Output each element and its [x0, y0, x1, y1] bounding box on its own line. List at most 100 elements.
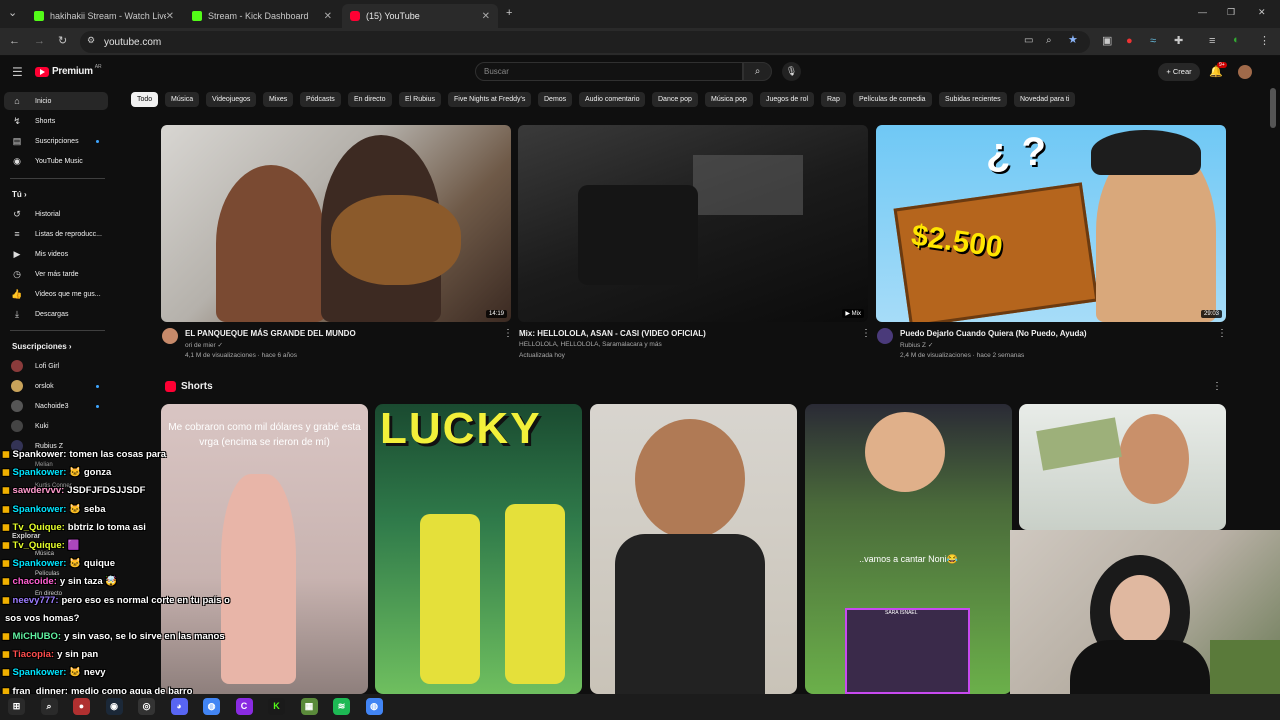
chip-5[interactable]: En directo	[348, 92, 392, 107]
taskbar-obs-icon[interactable]: ◎	[138, 698, 155, 715]
channel-name[interactable]: HELLOLOLA, HELLOLOLA, Saramalacara y más	[519, 341, 662, 348]
chip-14[interactable]: Películas de comedia	[853, 92, 932, 107]
sidebar-item-my-videos[interactable]: ▶ Mis videos	[4, 245, 108, 263]
chat-username[interactable]: Spankower:	[13, 504, 67, 515]
chat-username[interactable]: Spankower:	[13, 449, 67, 460]
video-title[interactable]: EL PANQUEQUE MÁS GRANDE DEL MUNDO	[185, 329, 356, 338]
bookmark-star-icon[interactable]: ★	[1068, 35, 1078, 46]
chip-13[interactable]: Rap	[821, 92, 846, 107]
sidebar-item-downloads[interactable]: ⤓ Descargas	[4, 305, 108, 323]
site-info-icon[interactable]: ⚙	[87, 36, 95, 45]
chip-12[interactable]: Juegos de rol	[760, 92, 815, 107]
taskbar-search-icon[interactable]: ⌕	[40, 698, 58, 715]
sidebar-item-watch-later[interactable]: ◷ Ver más tarde	[4, 265, 108, 283]
short-thumbnail[interactable]: ..vamos a cantar Noni😂 SARA ISNAEL	[805, 404, 1012, 694]
channel-avatar[interactable]	[162, 328, 178, 344]
chip-1[interactable]: Música	[165, 92, 200, 107]
tab-youtube[interactable]: (15) YouTube ✕	[342, 4, 498, 28]
taskbar-steam-icon[interactable]: ◉	[105, 698, 123, 715]
media-icon[interactable]: ≡	[1209, 36, 1215, 47]
chip-0[interactable]: Todo	[131, 92, 159, 107]
chip-15[interactable]: Subidas recientes	[939, 92, 1007, 107]
chat-username[interactable]: Tv_Quique:	[13, 522, 65, 533]
chip-8[interactable]: Demos	[538, 92, 573, 107]
video-thumbnail[interactable]: 14:19	[161, 125, 511, 322]
chat-username[interactable]: Spankower:	[13, 667, 67, 678]
sidebar-item-liked-videos[interactable]: 👍 Videos que me gus...	[4, 285, 108, 303]
more-options-icon[interactable]: ⋮	[1217, 328, 1227, 339]
taskbar-chrome-icon[interactable]: ◍	[365, 698, 383, 715]
chat-username[interactable]: Tiacopia:	[13, 649, 55, 660]
menu-icon[interactable]: ⋮	[1259, 36, 1270, 47]
sidebar-sub-orslok[interactable]: orslok	[4, 377, 108, 395]
url-bar[interactable]: ⚙ youtube.com ▭ ⌕ ★	[80, 31, 1090, 53]
search-button[interactable]: ⌕	[743, 62, 772, 81]
tab-search-icon[interactable]: ⌄	[8, 8, 17, 19]
extension-icon[interactable]: ≈	[1150, 36, 1156, 47]
forward-icon[interactable]: →	[34, 36, 45, 47]
chat-username[interactable]: neevy777:	[13, 595, 59, 606]
chip-7[interactable]: Five Nights at Freddy's	[448, 92, 532, 107]
close-tab-icon[interactable]: ✕	[166, 11, 174, 22]
page-scrollbar[interactable]	[1270, 88, 1276, 128]
create-button[interactable]: + Crear	[1158, 63, 1200, 81]
short-thumbnail[interactable]	[1019, 404, 1226, 530]
short-thumbnail[interactable]	[590, 404, 797, 694]
taskbar-app-icon[interactable]: ●	[73, 698, 90, 715]
channel-name[interactable]: Rubius Z ✓	[900, 341, 933, 349]
tab-kick-watch[interactable]: hakihakii Stream - Watch Live o ✕	[26, 4, 182, 28]
taskbar-chrome-icon[interactable]: ◍	[203, 698, 220, 715]
zoom-icon[interactable]: ⌕	[1046, 36, 1052, 46]
voice-search-button[interactable]: 🎙	[782, 62, 801, 81]
more-options-icon[interactable]: ⋮	[861, 328, 871, 339]
sidebar-sub-nachoide3[interactable]: Nachoide3	[4, 397, 108, 415]
sidebar-item-inicio[interactable]: ⌂ Inicio	[4, 92, 108, 110]
sidebar-item-history[interactable]: ↺ Historial	[4, 205, 108, 223]
chip-3[interactable]: Mixes	[263, 92, 294, 107]
video-thumbnail[interactable]: ▶ Mix	[518, 125, 868, 322]
taskbar-spotify-icon[interactable]: ≋	[333, 698, 350, 715]
taskbar-capcut-icon[interactable]: C	[235, 698, 253, 715]
chat-username[interactable]: Spankower:	[13, 467, 67, 478]
chat-username[interactable]: Spankower:	[13, 558, 67, 569]
extension-icon[interactable]: ▣	[1102, 36, 1112, 47]
sidebar-sub-kuki[interactable]: Kuki	[4, 417, 108, 435]
youtube-logo[interactable]: Premium AR	[35, 64, 102, 77]
extensions-puzzle-icon[interactable]: ✚	[1174, 36, 1183, 47]
more-options-icon[interactable]: ⋮	[1212, 381, 1222, 392]
taskbar-kick-icon[interactable]: K	[268, 698, 285, 715]
chip-11[interactable]: Música pop	[705, 92, 753, 107]
video-title[interactable]: Mix: HELLOLOLA, ASAN - CASI (VIDEO OFICI…	[519, 329, 706, 338]
short-thumbnail[interactable]: Me cobraron como mil dólares y grabé est…	[161, 404, 368, 694]
reload-icon[interactable]: ↻	[58, 36, 67, 47]
video-title[interactable]: Puedo Dejarlo Cuando Quiera (No Puedo, A…	[900, 329, 1087, 338]
close-tab-icon[interactable]: ✕	[324, 11, 332, 22]
chat-username[interactable]: chacoide:	[13, 576, 57, 587]
more-options-icon[interactable]: ⋮	[503, 328, 513, 339]
sidebar-item-playlists[interactable]: ≡ Listas de reproducc...	[4, 225, 108, 243]
subscriptions-section-header[interactable]: Suscripciones ›	[12, 342, 72, 351]
chip-16[interactable]: Novedad para ti	[1014, 92, 1076, 107]
chip-2[interactable]: Videojuegos	[206, 92, 257, 107]
tab-kick-dashboard[interactable]: Stream - Kick Dashboard ✕	[184, 4, 340, 28]
chat-username[interactable]: sawdervvv:	[13, 485, 65, 496]
short-thumbnail[interactable]: LUCKY	[375, 404, 582, 694]
taskbar-discord-icon[interactable]: ◕	[170, 698, 188, 715]
search-input[interactable]: Buscar	[475, 62, 743, 81]
hamburger-menu-icon[interactable]: ☰	[12, 66, 23, 78]
profile-avatar-icon[interactable]: ◐	[1233, 35, 1240, 46]
close-window-icon[interactable]: ✕	[1258, 8, 1266, 17]
back-icon[interactable]: ←	[9, 36, 20, 47]
account-avatar[interactable]	[1238, 65, 1252, 79]
sidebar-sub-lofi-girl[interactable]: Lofi Girl	[4, 357, 108, 375]
sidebar-item-shorts[interactable]: ↯ Shorts	[4, 112, 108, 130]
chip-9[interactable]: Audio comentario	[579, 92, 646, 107]
restore-icon[interactable]: ❐	[1227, 8, 1235, 17]
sidebar-item-subscriptions[interactable]: ▤ Suscripciones	[4, 132, 108, 150]
sidebar-item-youtube-music[interactable]: ◉ YouTube Music	[4, 152, 108, 170]
taskbar-minecraft-icon[interactable]: ▦	[300, 698, 318, 715]
sidebar-item-music[interactable]: Música	[35, 551, 54, 557]
new-tab-icon[interactable]: +	[506, 8, 512, 19]
you-section-header[interactable]: Tú ›	[12, 190, 27, 199]
minimize-icon[interactable]: —	[1198, 8, 1207, 17]
